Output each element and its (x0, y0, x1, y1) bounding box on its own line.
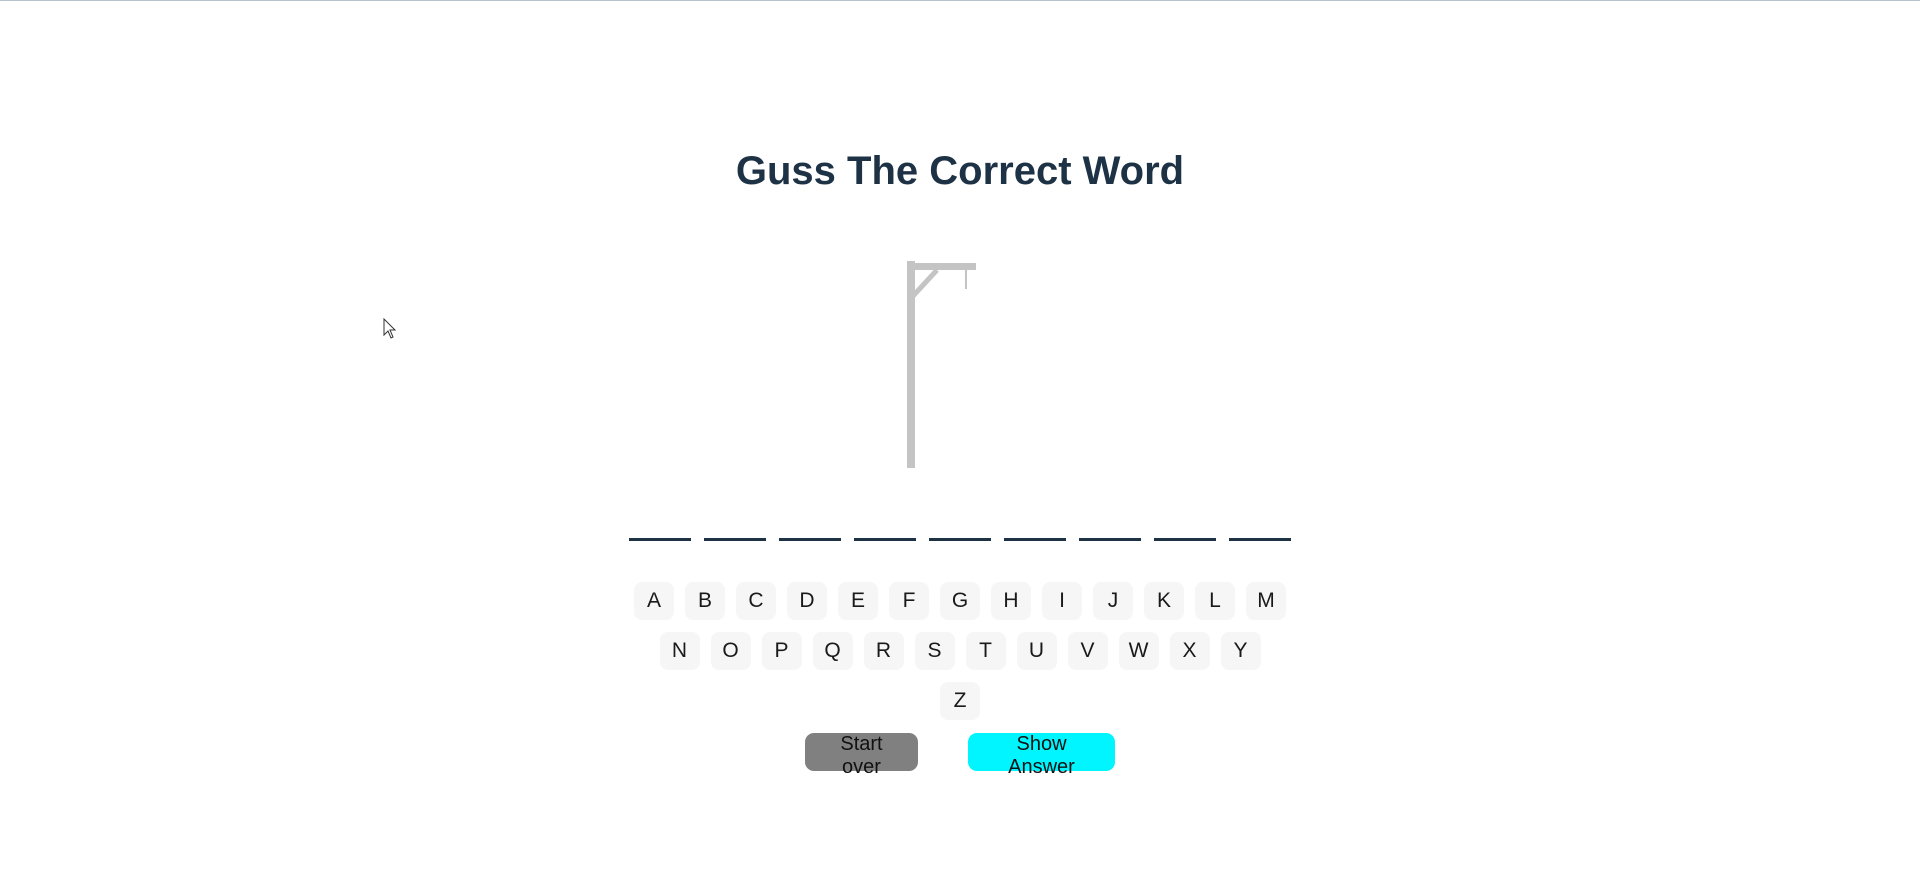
letter-key-s[interactable]: S (914, 632, 955, 670)
game-controls: Start over Show Answer (0, 733, 1920, 778)
letter-slot (779, 538, 841, 541)
letter-key-a[interactable]: A (634, 582, 674, 620)
letter-key-h[interactable]: H (991, 582, 1031, 620)
letter-slot (1229, 538, 1291, 541)
letter-slot (629, 538, 691, 541)
start-over-button[interactable]: Start over (805, 733, 918, 778)
letter-key-u[interactable]: U (1016, 632, 1057, 670)
letter-slot (1154, 538, 1216, 541)
letter-key-n[interactable]: N (659, 632, 700, 670)
letter-slot (854, 538, 916, 541)
gallows-brace (911, 268, 939, 298)
letter-key-i[interactable]: I (1042, 582, 1082, 620)
letter-key-j[interactable]: J (1093, 582, 1133, 620)
gallows-rope (965, 270, 967, 289)
gallows-beam (907, 263, 976, 270)
letter-key-y[interactable]: Y (1220, 632, 1261, 670)
letter-key-m[interactable]: M (1246, 582, 1286, 620)
letter-key-g[interactable]: G (940, 582, 980, 620)
letter-key-w[interactable]: W (1118, 632, 1159, 670)
letter-key-f[interactable]: F (889, 582, 929, 620)
letter-key-t[interactable]: T (965, 632, 1006, 670)
keyboard-row-1: ABCDEFGHIJKLM (0, 582, 1920, 620)
letter-slot (1079, 538, 1141, 541)
mouse-pointer-icon (383, 318, 397, 339)
page-title: Guss The Correct Word (735, 149, 1185, 193)
letter-key-d[interactable]: D (787, 582, 827, 620)
letter-key-b[interactable]: B (685, 582, 725, 620)
letter-slot (704, 538, 766, 541)
show-answer-button[interactable]: Show Answer (968, 733, 1115, 778)
letter-key-q[interactable]: Q (812, 632, 853, 670)
letter-slot (1004, 538, 1066, 541)
letter-key-k[interactable]: K (1144, 582, 1184, 620)
letter-key-x[interactable]: X (1169, 632, 1210, 670)
keyboard-row-3: Z (0, 682, 1920, 720)
top-divider (0, 0, 1920, 1)
letter-key-p[interactable]: P (761, 632, 802, 670)
letter-key-v[interactable]: V (1067, 632, 1108, 670)
letter-slot (929, 538, 991, 541)
letter-key-r[interactable]: R (863, 632, 904, 670)
letter-key-e[interactable]: E (838, 582, 878, 620)
letter-key-l[interactable]: L (1195, 582, 1235, 620)
letter-key-c[interactable]: C (736, 582, 776, 620)
game-page: Guss The Correct Word ABCDEFGHIJKLM NOPQ… (0, 0, 1920, 892)
gallows-drawing (907, 261, 976, 468)
word-blanks (0, 538, 1920, 541)
letter-key-z[interactable]: Z (940, 682, 980, 720)
letter-keyboard: ABCDEFGHIJKLM NOPQRSTUVWXY Z (0, 582, 1920, 732)
letter-key-o[interactable]: O (710, 632, 751, 670)
keyboard-row-2: NOPQRSTUVWXY (0, 632, 1920, 670)
